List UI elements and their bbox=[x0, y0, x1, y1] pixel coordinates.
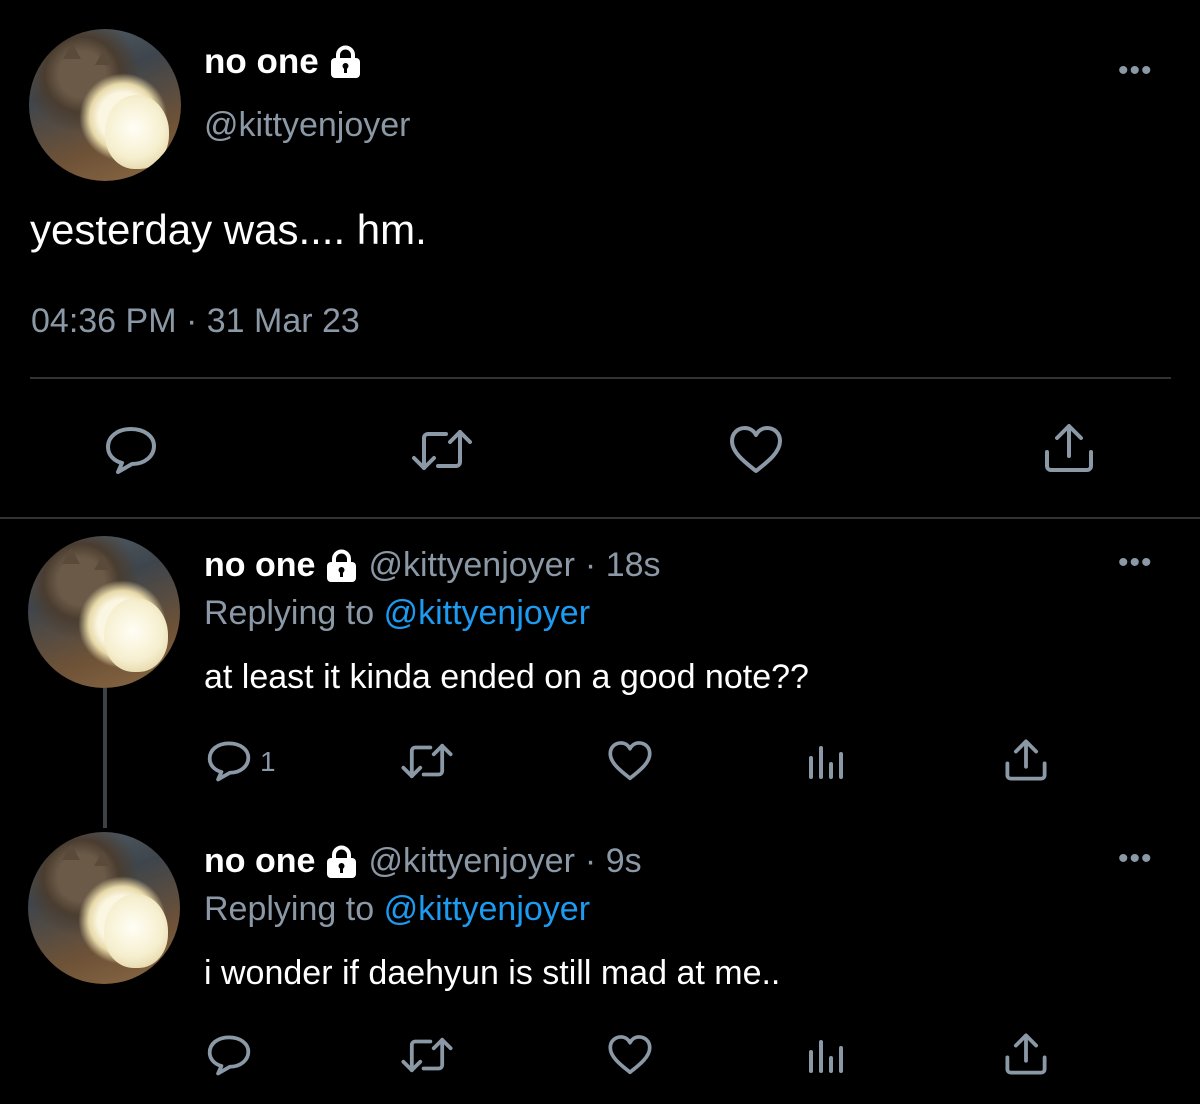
replying-to-link[interactable]: @kittyenjoyer bbox=[384, 890, 590, 928]
display-name: no one bbox=[204, 842, 316, 880]
retweet-icon[interactable] bbox=[400, 742, 454, 780]
replying-to: Replying to @kittyenjoyer bbox=[204, 594, 590, 633]
display-name: no one bbox=[204, 42, 319, 81]
lamp-shape bbox=[104, 894, 168, 968]
reply-count: 1 bbox=[260, 746, 276, 777]
lamp-shape bbox=[105, 95, 169, 169]
like-icon[interactable] bbox=[607, 1034, 653, 1076]
more-options-icon[interactable]: ••• bbox=[1118, 548, 1153, 578]
reply-icon[interactable] bbox=[206, 1034, 252, 1076]
tweet-age: · 18s bbox=[584, 546, 661, 584]
tweet-thread-page: no one @kittyenjoyer ••• yesterday was..… bbox=[0, 0, 1200, 1104]
views-icon[interactable] bbox=[806, 1036, 848, 1074]
handle: @kittyenjoyer bbox=[368, 546, 575, 584]
retweet-icon[interactable] bbox=[410, 428, 474, 472]
share-icon[interactable] bbox=[1043, 422, 1095, 474]
tweet-age: · 9s bbox=[584, 842, 642, 880]
share-icon[interactable] bbox=[1004, 738, 1048, 782]
like-icon[interactable] bbox=[607, 740, 653, 782]
thread-connector-line bbox=[103, 688, 107, 828]
reply-header[interactable]: no one @kittyenjoyer · 18s bbox=[204, 546, 661, 585]
lock-icon bbox=[329, 45, 362, 79]
like-icon[interactable] bbox=[728, 425, 784, 475]
cat-ear-shape bbox=[62, 844, 80, 860]
replying-to-link[interactable]: @kittyenjoyer bbox=[384, 594, 590, 632]
display-name: no one bbox=[204, 546, 316, 584]
more-options-icon[interactable]: ••• bbox=[1118, 56, 1153, 86]
avatar[interactable] bbox=[28, 536, 180, 688]
views-icon[interactable] bbox=[806, 742, 848, 780]
cat-ear-shape bbox=[94, 554, 112, 570]
tweet-text: at least it kinda ended on a good note?? bbox=[204, 658, 809, 696]
reply-icon[interactable] bbox=[104, 425, 158, 475]
reply-header[interactable]: no one @kittyenjoyer · 9s bbox=[204, 842, 642, 881]
replying-prefix: Replying to bbox=[204, 594, 375, 632]
divider bbox=[0, 517, 1200, 519]
tweet-text: i wonder if daehyun is still mad at me.. bbox=[204, 954, 781, 992]
lock-icon bbox=[325, 549, 358, 583]
divider bbox=[30, 377, 1171, 379]
more-options-icon[interactable]: ••• bbox=[1118, 844, 1153, 874]
lamp-shape bbox=[104, 598, 168, 672]
handle[interactable]: @kittyenjoyer bbox=[204, 106, 410, 145]
cat-ear-shape bbox=[95, 49, 113, 65]
lock-icon bbox=[325, 845, 358, 879]
display-name-row[interactable]: no one bbox=[204, 42, 362, 82]
cat-ear-shape bbox=[94, 850, 112, 866]
tweet-timestamp[interactable]: 04:36 PM · 31 Mar 23 bbox=[31, 302, 360, 341]
cat-ear-shape bbox=[63, 43, 81, 59]
handle: @kittyenjoyer bbox=[368, 842, 575, 880]
replying-prefix: Replying to bbox=[204, 890, 375, 928]
tweet-text: yesterday was.... hm. bbox=[30, 206, 427, 253]
avatar[interactable] bbox=[29, 29, 181, 181]
avatar[interactable] bbox=[28, 832, 180, 984]
cat-ear-shape bbox=[62, 548, 80, 564]
share-icon[interactable] bbox=[1004, 1032, 1048, 1076]
retweet-icon[interactable] bbox=[400, 1036, 454, 1074]
replying-to: Replying to @kittyenjoyer bbox=[204, 890, 590, 929]
reply-icon[interactable] bbox=[206, 740, 252, 782]
